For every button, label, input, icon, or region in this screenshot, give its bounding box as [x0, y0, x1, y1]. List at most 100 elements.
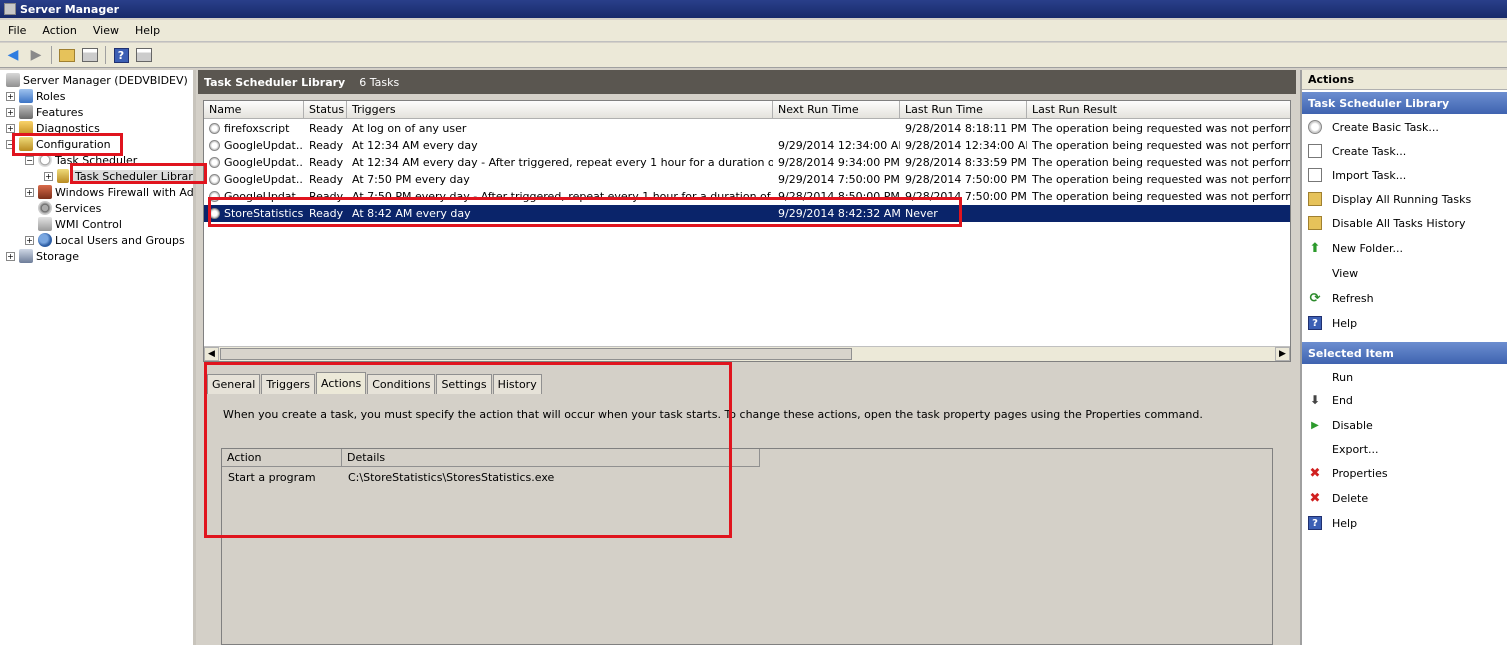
- tree-item-task-scheduler-library[interactable]: + Task Scheduler Library: [44, 168, 193, 184]
- action-label: Refresh: [1332, 291, 1374, 305]
- run-icon: [1308, 370, 1322, 384]
- create-basic-task-item[interactable]: Create Basic Task...: [1308, 118, 1439, 136]
- expand-icon[interactable]: +: [6, 251, 15, 261]
- task-cell-result: The operation being requested was not pe…: [1032, 154, 1290, 171]
- tree-item-firewall[interactable]: + Windows Firewall with Adva: [25, 184, 193, 200]
- expand-icon[interactable]: +: [6, 107, 15, 117]
- tree-item-storage[interactable]: + Storage: [6, 248, 79, 264]
- export-item[interactable]: Export...: [1308, 440, 1379, 458]
- expand-icon[interactable]: +: [25, 235, 34, 245]
- menu-action[interactable]: Action: [34, 24, 84, 37]
- show-hide-tree-button[interactable]: [80, 45, 100, 65]
- menu-bar: File Action View Help: [0, 20, 1507, 42]
- tree-item-services[interactable]: Services: [38, 200, 101, 216]
- scroll-left-icon[interactable]: ◀: [204, 347, 219, 361]
- server-manager-icon: [4, 3, 16, 15]
- column-header-last-run[interactable]: Last Run Time: [900, 101, 1027, 119]
- disable-item[interactable]: ▶ Disable: [1308, 416, 1373, 434]
- task-cell-name: firefoxscript: [209, 120, 304, 137]
- delete-item[interactable]: ✖ Delete: [1308, 489, 1369, 507]
- actions-section-library[interactable]: Task Scheduler Library: [1302, 92, 1507, 114]
- task-row[interactable]: StoreStatistics Ready At 8:42 AM every day…: [204, 205, 1290, 222]
- task-cell-last: Never: [905, 205, 1027, 222]
- task-row[interactable]: GoogleUpdat... Ready At 7:50 PM every day 9…: [204, 171, 1290, 188]
- column-header-next-run[interactable]: Next Run Time: [773, 101, 900, 119]
- scroll-thumb[interactable]: [220, 348, 852, 360]
- column-header-status[interactable]: Status: [304, 101, 347, 119]
- refresh-icon: ⟳: [1309, 290, 1321, 306]
- tree-label: WMI Control: [55, 217, 122, 231]
- column-header-action[interactable]: Action: [222, 449, 342, 467]
- task-row[interactable]: GoogleUpdat... Ready At 7:50 PM every day …: [204, 188, 1290, 205]
- tree-item-diagnostics[interactable]: + Diagnostics: [6, 120, 100, 136]
- diagnostics-icon: [19, 121, 33, 135]
- disable-history-item[interactable]: Disable All Tasks History: [1308, 214, 1466, 232]
- cell-text: At 12:34 AM every day: [352, 139, 478, 152]
- menu-file[interactable]: File: [0, 24, 34, 37]
- tree-label: Local Users and Groups: [55, 233, 185, 247]
- tree-item-wmi[interactable]: WMI Control: [38, 216, 122, 232]
- task-clock-icon: [209, 123, 220, 134]
- column-header-triggers[interactable]: Triggers: [347, 101, 773, 119]
- end-item[interactable]: ⬇ End: [1308, 391, 1353, 409]
- document-icon: [1308, 144, 1322, 158]
- properties-item[interactable]: ✖ Properties: [1308, 464, 1388, 482]
- view-item[interactable]: View: [1308, 264, 1358, 282]
- expand-icon[interactable]: +: [6, 123, 15, 133]
- expand-icon[interactable]: +: [6, 91, 15, 101]
- tree-item-configuration[interactable]: − Configuration: [6, 136, 111, 152]
- task-cell-triggers: At 12:34 AM every day - After triggered,…: [352, 154, 773, 171]
- actions-section-selected[interactable]: Selected Item: [1302, 342, 1507, 364]
- cell-text: GoogleUpdat...: [224, 156, 304, 169]
- import-task-item[interactable]: Import Task...: [1308, 166, 1406, 184]
- back-arrow-icon[interactable]: ◀: [3, 45, 23, 65]
- action-details[interactable]: C:\StoreStatistics\StoresStatistics.exe: [348, 471, 554, 484]
- tab-general[interactable]: General: [207, 374, 261, 394]
- delete-x-icon: ✖: [1309, 490, 1321, 506]
- tree-label: Server Manager (DEDVBIDEV): [23, 73, 188, 87]
- tree-item-roles[interactable]: + Roles: [6, 88, 65, 104]
- column-header-name[interactable]: Name: [204, 101, 304, 119]
- menu-help[interactable]: Help: [127, 24, 168, 37]
- expand-icon[interactable]: +: [25, 187, 34, 197]
- show-hide-action-pane-button[interactable]: [134, 45, 154, 65]
- up-folder-button[interactable]: [57, 45, 77, 65]
- expand-icon[interactable]: +: [44, 171, 53, 181]
- collapse-icon[interactable]: −: [25, 155, 34, 165]
- column-header-details[interactable]: Details: [342, 449, 760, 467]
- new-folder-item[interactable]: ⬆ New Folder...: [1308, 239, 1403, 257]
- task-row[interactable]: firefoxscript Ready At log on of any user 9…: [204, 120, 1290, 137]
- tree-item-root[interactable]: Server Manager (DEDVBIDEV): [6, 72, 188, 88]
- display-running-tasks-item[interactable]: Display All Running Tasks: [1308, 190, 1471, 208]
- action-label: Export...: [1332, 442, 1379, 456]
- forward-arrow-icon[interactable]: ▶: [26, 45, 46, 65]
- tree-label: Features: [36, 105, 84, 119]
- run-item[interactable]: Run: [1308, 368, 1353, 386]
- tab-history[interactable]: History: [492, 374, 542, 394]
- collapse-icon[interactable]: −: [6, 139, 15, 149]
- tree-item-local-users[interactable]: + Local Users and Groups: [25, 232, 185, 248]
- tab-triggers[interactable]: Triggers: [261, 374, 316, 394]
- cell-text: Ready: [309, 173, 344, 186]
- create-task-item[interactable]: Create Task...: [1308, 142, 1406, 160]
- task-row[interactable]: GoogleUpdat... Ready At 12:34 AM every day…: [204, 154, 1290, 171]
- help-button[interactable]: ?: [111, 45, 131, 65]
- tab-settings[interactable]: Settings: [436, 374, 492, 394]
- horizontal-scrollbar[interactable]: ◀ ▶: [204, 346, 1290, 361]
- refresh-item[interactable]: ⟳ Refresh: [1308, 289, 1374, 307]
- help-item-selected[interactable]: ? Help: [1308, 514, 1357, 532]
- scroll-right-icon[interactable]: ▶: [1275, 347, 1290, 361]
- action-type[interactable]: Start a program: [228, 471, 316, 484]
- tab-conditions[interactable]: Conditions: [367, 374, 436, 394]
- column-header-last-result[interactable]: Last Run Result: [1027, 101, 1290, 119]
- help-item[interactable]: ? Help: [1308, 314, 1357, 332]
- tree-item-task-scheduler[interactable]: − Task Scheduler: [25, 152, 137, 168]
- tab-actions[interactable]: Actions: [316, 372, 367, 394]
- cell-text: 9/28/2014 8:18:11 PM: [905, 122, 1027, 135]
- task-cell-result: The operation being requested was not pe…: [1032, 171, 1290, 188]
- task-row[interactable]: GoogleUpdat... Ready At 12:34 AM every day…: [204, 137, 1290, 154]
- users-icon: [38, 233, 52, 247]
- menu-view[interactable]: View: [85, 24, 127, 37]
- cell-text: 9/28/2014 7:50:00 PM: [905, 173, 1027, 186]
- tree-item-features[interactable]: + Features: [6, 104, 83, 120]
